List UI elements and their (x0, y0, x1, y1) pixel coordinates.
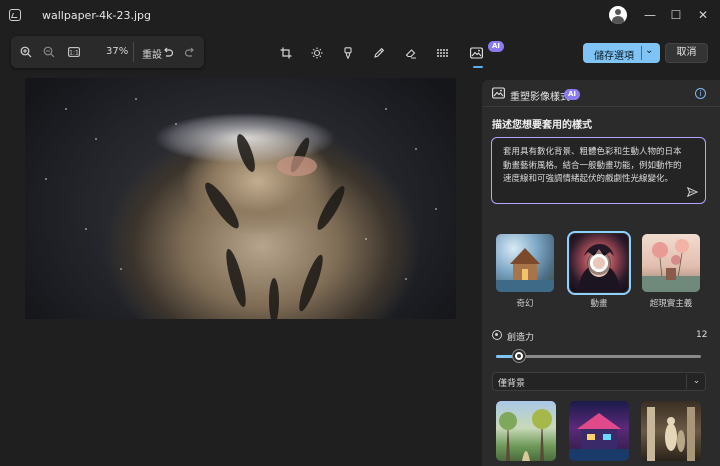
divider (641, 46, 642, 60)
save-options-button[interactable]: 儲存選項 ⌄ (583, 43, 660, 63)
background-preset-classical[interactable] (641, 401, 701, 461)
creativity-value: 12 (696, 330, 708, 340)
filter-icon[interactable] (337, 42, 359, 64)
ai-badge: AI (488, 41, 504, 52)
background-preset-neon-house[interactable] (569, 401, 629, 461)
style-anime[interactable]: 動畫 (567, 231, 631, 309)
window-title: wallpaper-4k-23.jpg (42, 9, 151, 22)
fantasy-thumbnail[interactable] (496, 234, 554, 292)
crop-icon[interactable] (275, 42, 297, 64)
creativity-icon (492, 330, 502, 340)
minimize-button[interactable]: — (640, 6, 660, 24)
erase-icon[interactable] (400, 42, 422, 64)
redo-icon[interactable] (179, 41, 201, 63)
active-tool-indicator (473, 66, 483, 68)
photos-app-icon (9, 9, 21, 21)
style-label: 動畫 (590, 299, 608, 309)
restyle-image-icon (487, 82, 509, 104)
zoom-out-icon[interactable] (38, 41, 60, 63)
tiger-photo (25, 78, 456, 319)
restyle-image-icon[interactable] (465, 42, 487, 64)
actual-size-icon[interactable]: 1:1 (63, 41, 85, 63)
maximize-button[interactable]: ☐ (666, 6, 686, 24)
background-presets (482, 401, 720, 466)
panel-header: 重塑影像樣式 AI i (482, 80, 720, 107)
close-button[interactable]: ✕ (693, 6, 713, 24)
zoom-controls: 1:1 37% 重設 (11, 36, 204, 68)
chevron-down-icon[interactable]: ⌄ (645, 45, 653, 56)
selected-indicator (590, 254, 608, 272)
adjust-brightness-icon[interactable] (306, 42, 328, 64)
creativity-control: 創造力 12 (482, 324, 720, 368)
creativity-label: 創造力 (507, 333, 535, 343)
undo-icon[interactable] (157, 41, 179, 63)
style-label: 超現實主義 (649, 299, 693, 309)
style-label: 奇幻 (516, 299, 534, 309)
dropdown-label: 僅背景 (498, 379, 526, 389)
svg-text:1:1: 1:1 (69, 50, 79, 57)
style-surrealism[interactable]: 超現實主義 (640, 234, 702, 309)
style-prompt-input[interactable]: 套用具有數化背景、粗體色彩和生動人物的日本動畫藝術風格。結合一般動畫功能，例如動… (491, 137, 706, 204)
anime-thumbnail[interactable] (567, 231, 631, 295)
restyle-panel: 重塑影像樣式 AI i 描述您想要套用的樣式 套用具有數化背景、粗體色彩和生動人… (482, 80, 720, 466)
background-blur-icon[interactable] (432, 42, 454, 64)
slider-thumb[interactable] (512, 350, 525, 362)
style-presets: 奇幻 動畫 超現實主義 (482, 231, 720, 310)
account-avatar[interactable] (609, 6, 627, 24)
ai-badge: AI (564, 89, 580, 100)
panel-title: 重塑影像樣式 (510, 92, 570, 103)
creativity-slider[interactable] (496, 350, 701, 362)
prompt-label: 描述您想要套用的樣式 (492, 120, 592, 131)
prompt-text[interactable]: 套用具有數化背景、粗體色彩和生動人物的日本動畫藝術風格。結合一般動畫功能，例如動… (503, 146, 687, 187)
divider (133, 42, 134, 62)
background-preset-forest[interactable] (496, 401, 556, 461)
background-only-dropdown[interactable]: 僅背景 ⌄ (492, 372, 706, 391)
chevron-down-icon[interactable]: ⌄ (686, 374, 706, 389)
cancel-button[interactable]: 取消 (665, 43, 708, 63)
zoom-level: 37% (106, 46, 129, 57)
save-options-label: 儲存選項 (594, 51, 634, 62)
markup-pen-icon[interactable] (368, 42, 390, 64)
surrealism-thumbnail[interactable] (642, 234, 700, 292)
style-fantasy[interactable]: 奇幻 (494, 234, 556, 309)
send-icon[interactable] (686, 186, 699, 200)
title-bar: wallpaper-4k-23.jpg — ☐ ✕ (0, 0, 720, 32)
info-icon[interactable]: i (695, 88, 706, 99)
zoom-in-icon[interactable] (15, 41, 37, 63)
